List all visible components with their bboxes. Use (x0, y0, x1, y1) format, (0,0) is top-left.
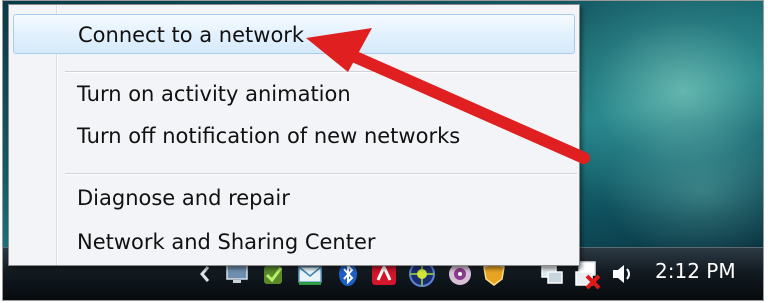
red-annotation-arrow (306, 28, 590, 164)
